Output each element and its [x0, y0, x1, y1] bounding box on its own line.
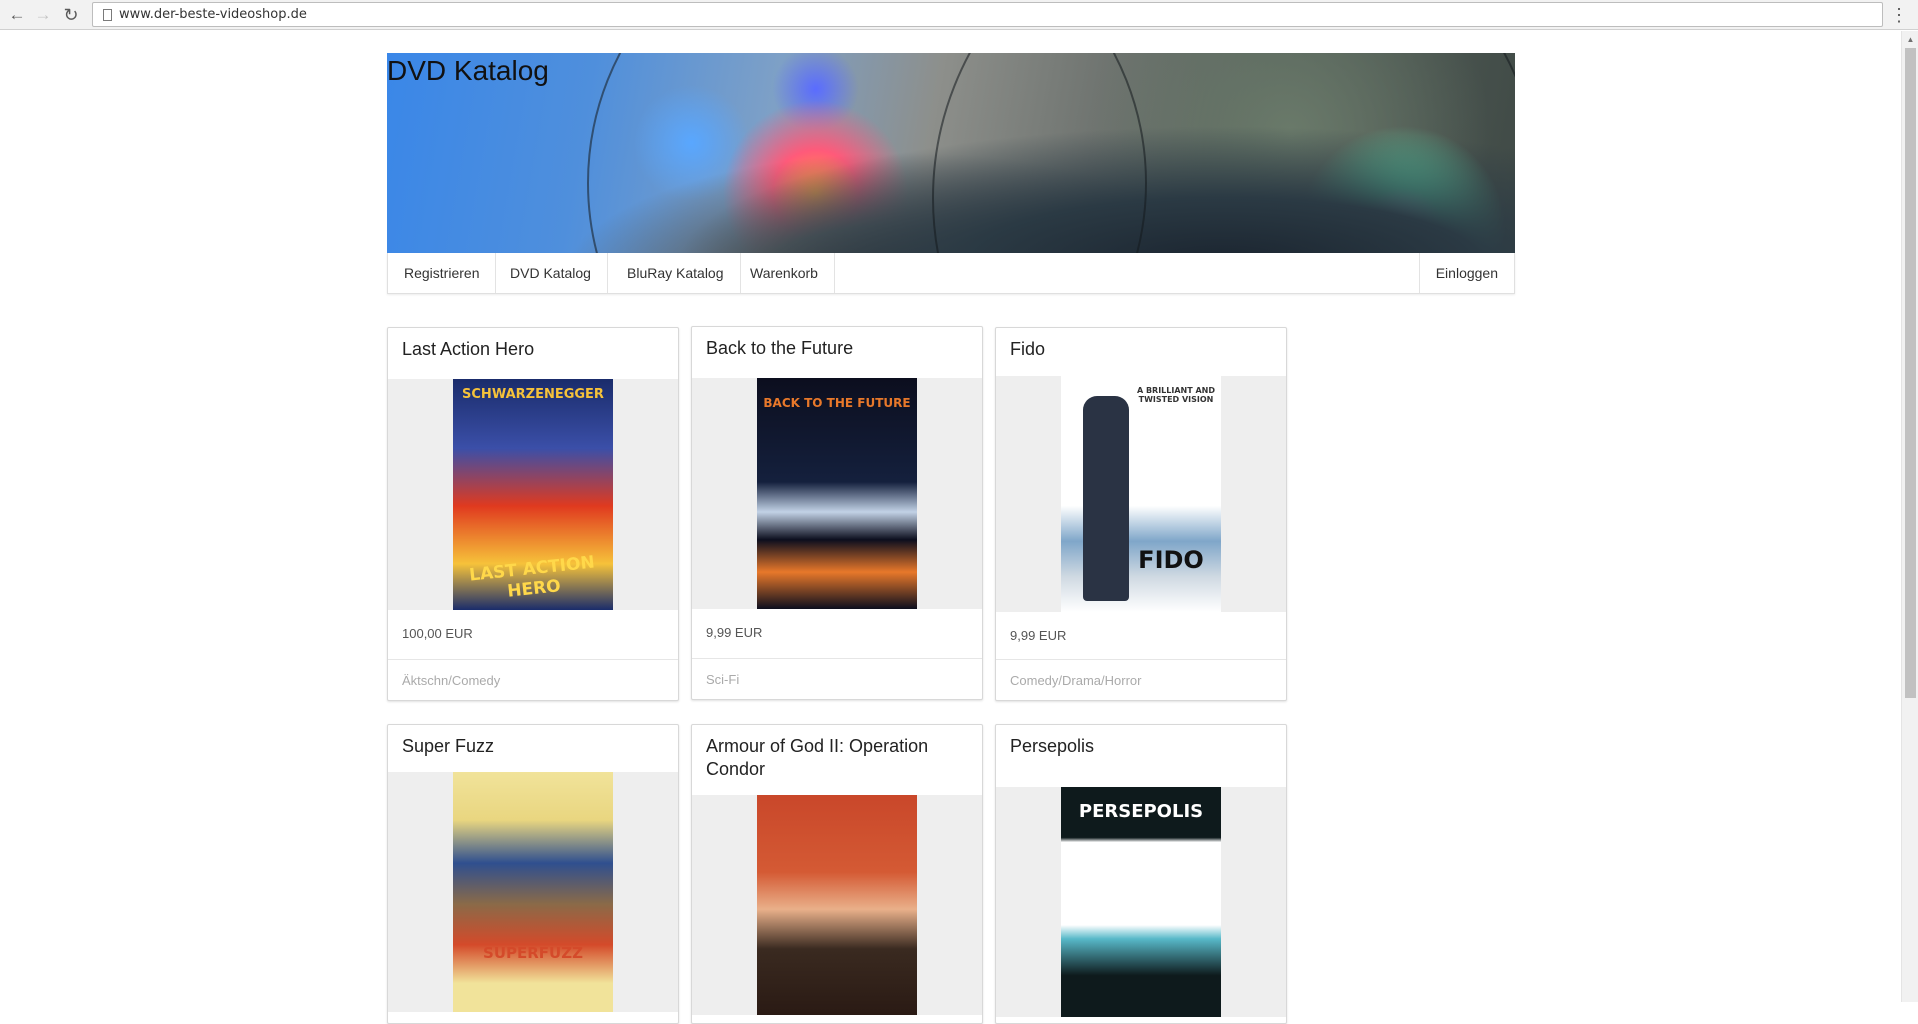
product-card[interactable]: Last Action Hero SCHWARZENEGGER LAST ACT…: [387, 327, 679, 701]
divider: [388, 659, 678, 660]
divider: [996, 659, 1286, 660]
disc-outline: [932, 53, 1515, 253]
product-card[interactable]: Super Fuzz SUPERFUZZ: [387, 724, 679, 1024]
product-price: 9,99 EUR: [1010, 628, 1067, 643]
product-title[interactable]: Back to the Future: [706, 337, 972, 360]
poster-image[interactable]: BACK TO THE FUTURE: [757, 378, 917, 609]
poster-top-text: SCHWARZENEGGER: [462, 387, 604, 402]
product-title[interactable]: Last Action Hero: [402, 338, 668, 361]
product-price: 9,99 EUR: [706, 625, 763, 640]
product-card[interactable]: Back to the Future BACK TO THE FUTURE 9,…: [691, 326, 983, 700]
vertical-scrollbar[interactable]: ▲: [1901, 31, 1918, 1002]
header-banner: DVD Katalog: [387, 53, 1515, 253]
poster-title-text: BACK TO THE FUTURE: [763, 396, 911, 410]
address-bar[interactable]: www.der-beste-videoshop.de: [92, 2, 1883, 27]
poster-area: SCHWARZENEGGER LAST ACTION HERO: [388, 379, 678, 610]
product-genre: Comedy/Drama/Horror: [1010, 673, 1142, 688]
product-genre: Äktschn/Comedy: [402, 673, 501, 688]
product-card[interactable]: Fido A BRILLIANT AND TWISTED VISION FIDO…: [995, 327, 1287, 701]
page-title: DVD Katalog: [387, 55, 549, 86]
divider: [692, 658, 982, 659]
forward-arrow-icon[interactable]: →: [32, 4, 54, 26]
poster-area: BACK TO THE FUTURE: [692, 378, 982, 609]
url-text[interactable]: www.der-beste-videoshop.de: [119, 7, 307, 22]
poster-image[interactable]: [757, 795, 917, 1015]
back-arrow-icon[interactable]: ←: [6, 4, 28, 26]
poster-top-text: A BRILLIANT AND TWISTED VISION: [1136, 386, 1216, 404]
poster-title-text: LAST ACTION HERO: [468, 552, 596, 602]
nav-cart[interactable]: Warenkorb: [734, 253, 835, 293]
poster-image[interactable]: SCHWARZENEGGER LAST ACTION HERO: [453, 379, 613, 610]
product-title[interactable]: Fido: [1010, 338, 1276, 361]
product-title[interactable]: Persepolis: [1010, 735, 1276, 758]
page-container: DVD Katalog Registrieren DVD Katalog Blu…: [387, 53, 1515, 294]
browser-toolbar: ← → ↻ www.der-beste-videoshop.de ⋮: [0, 0, 1918, 30]
nav-bluray-catalog[interactable]: BluRay Katalog: [611, 253, 741, 293]
reload-icon[interactable]: ↻: [60, 4, 82, 26]
poster-image[interactable]: SUPERFUZZ: [453, 772, 613, 1012]
poster-title-text: PERSEPOLIS: [1078, 801, 1204, 822]
scroll-thumb[interactable]: [1905, 48, 1916, 698]
product-card[interactable]: Armour of God II: Operation Condor: [691, 724, 983, 1024]
product-title[interactable]: Super Fuzz: [402, 735, 668, 758]
page-icon: [103, 9, 112, 21]
poster-title-text: FIDO: [1138, 546, 1204, 574]
poster-area: A BRILLIANT AND TWISTED VISION FIDO: [996, 376, 1286, 612]
poster-image[interactable]: A BRILLIANT AND TWISTED VISION FIDO: [1061, 376, 1221, 612]
poster-image[interactable]: PERSEPOLIS: [1061, 787, 1221, 1017]
nav-register[interactable]: Registrieren: [388, 253, 497, 293]
product-price: 100,00 EUR: [402, 626, 473, 641]
scroll-up-icon[interactable]: ▲: [1902, 31, 1918, 48]
menu-dots-icon[interactable]: ⋮: [1890, 4, 1908, 26]
nav-login[interactable]: Einloggen: [1418, 253, 1514, 293]
poster-area: SUPERFUZZ: [388, 772, 678, 1012]
poster-area: [692, 795, 982, 1015]
product-title[interactable]: Armour of God II: Operation Condor: [706, 735, 972, 781]
poster-title-text: SUPERFUZZ: [483, 944, 583, 962]
product-card[interactable]: Persepolis PERSEPOLIS: [995, 724, 1287, 1024]
poster-area: PERSEPOLIS: [996, 787, 1286, 1017]
product-genre: Sci-Fi: [706, 672, 740, 687]
nav-dvd-catalog[interactable]: DVD Katalog: [494, 253, 608, 293]
main-nav: Registrieren DVD Katalog BluRay Katalog …: [387, 253, 1515, 294]
